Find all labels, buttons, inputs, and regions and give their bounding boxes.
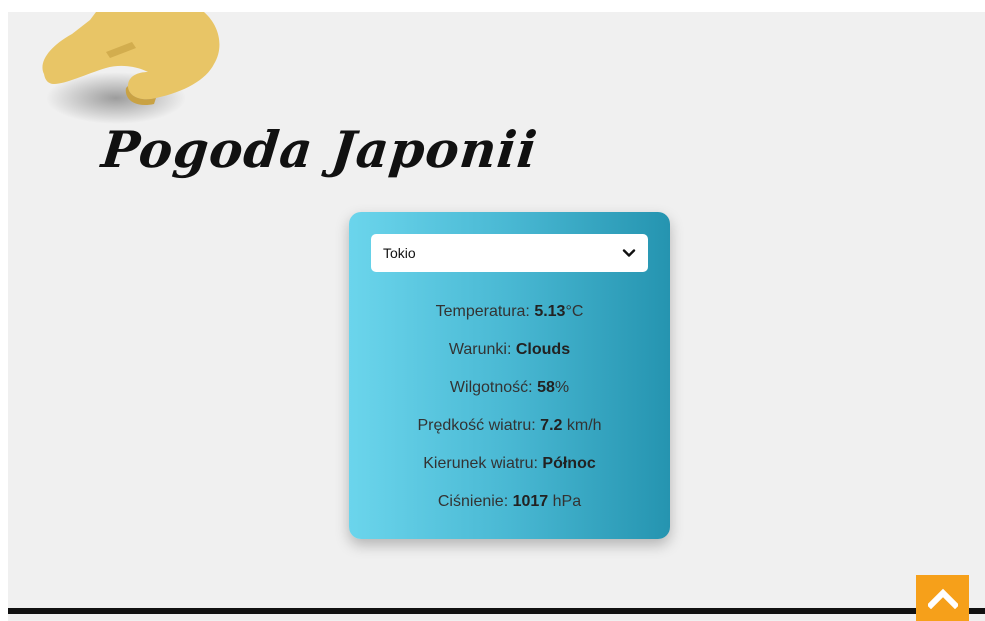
temperature-label: Temperatura:: [435, 303, 530, 320]
temperature-value: 5.13: [534, 303, 566, 320]
conditions-row: Warunki: Clouds: [349, 336, 670, 374]
chevron-up-icon: [927, 588, 958, 609]
page-background: Pogoda Japonii Tokio Temperatura: 5.13°C…: [8, 12, 985, 621]
city-select-value: Tokio: [383, 245, 416, 261]
temperature-row: Temperatura: 5.13°C: [349, 298, 670, 336]
wind-direction-label: Kierunek wiatru:: [423, 455, 538, 472]
page-title: Pogoda Japonii: [98, 120, 541, 179]
conditions-value: Clouds: [515, 341, 571, 358]
pressure-row: Ciśnienie: 1017 hPa: [349, 488, 670, 526]
temperature-unit: °C: [565, 303, 584, 320]
humidity-unit: %: [554, 379, 570, 396]
wind-direction-value: Północ: [542, 455, 596, 472]
weather-details: Temperatura: 5.13°C Warunki: Clouds Wilg…: [349, 298, 670, 526]
wind-speed-value: 7.2: [540, 417, 563, 434]
pressure-unit: hPa: [552, 493, 582, 510]
humidity-label: Wilgotność:: [449, 379, 533, 396]
footer-divider: [8, 608, 985, 614]
humidity-value: 58: [537, 379, 555, 396]
wind-speed-label: Prędkość wiatru:: [417, 417, 536, 434]
hand-icon: [42, 12, 220, 124]
wind-speed-row: Prędkość wiatru: 7.2 km/h: [349, 412, 670, 450]
scroll-to-top-button[interactable]: [916, 575, 969, 621]
weather-card: Tokio Temperatura: 5.13°C Warunki: Cloud…: [349, 212, 670, 539]
humidity-row: Wilgotność: 58%: [349, 374, 670, 412]
wind-speed-unit: km/h: [566, 417, 602, 434]
wind-direction-row: Kierunek wiatru: Północ: [349, 450, 670, 488]
city-select[interactable]: Tokio: [371, 234, 648, 272]
chevron-down-icon: [622, 249, 636, 257]
pressure-label: Ciśnienie:: [437, 493, 509, 510]
pressure-value: 1017: [512, 493, 549, 510]
conditions-label: Warunki:: [448, 341, 512, 358]
